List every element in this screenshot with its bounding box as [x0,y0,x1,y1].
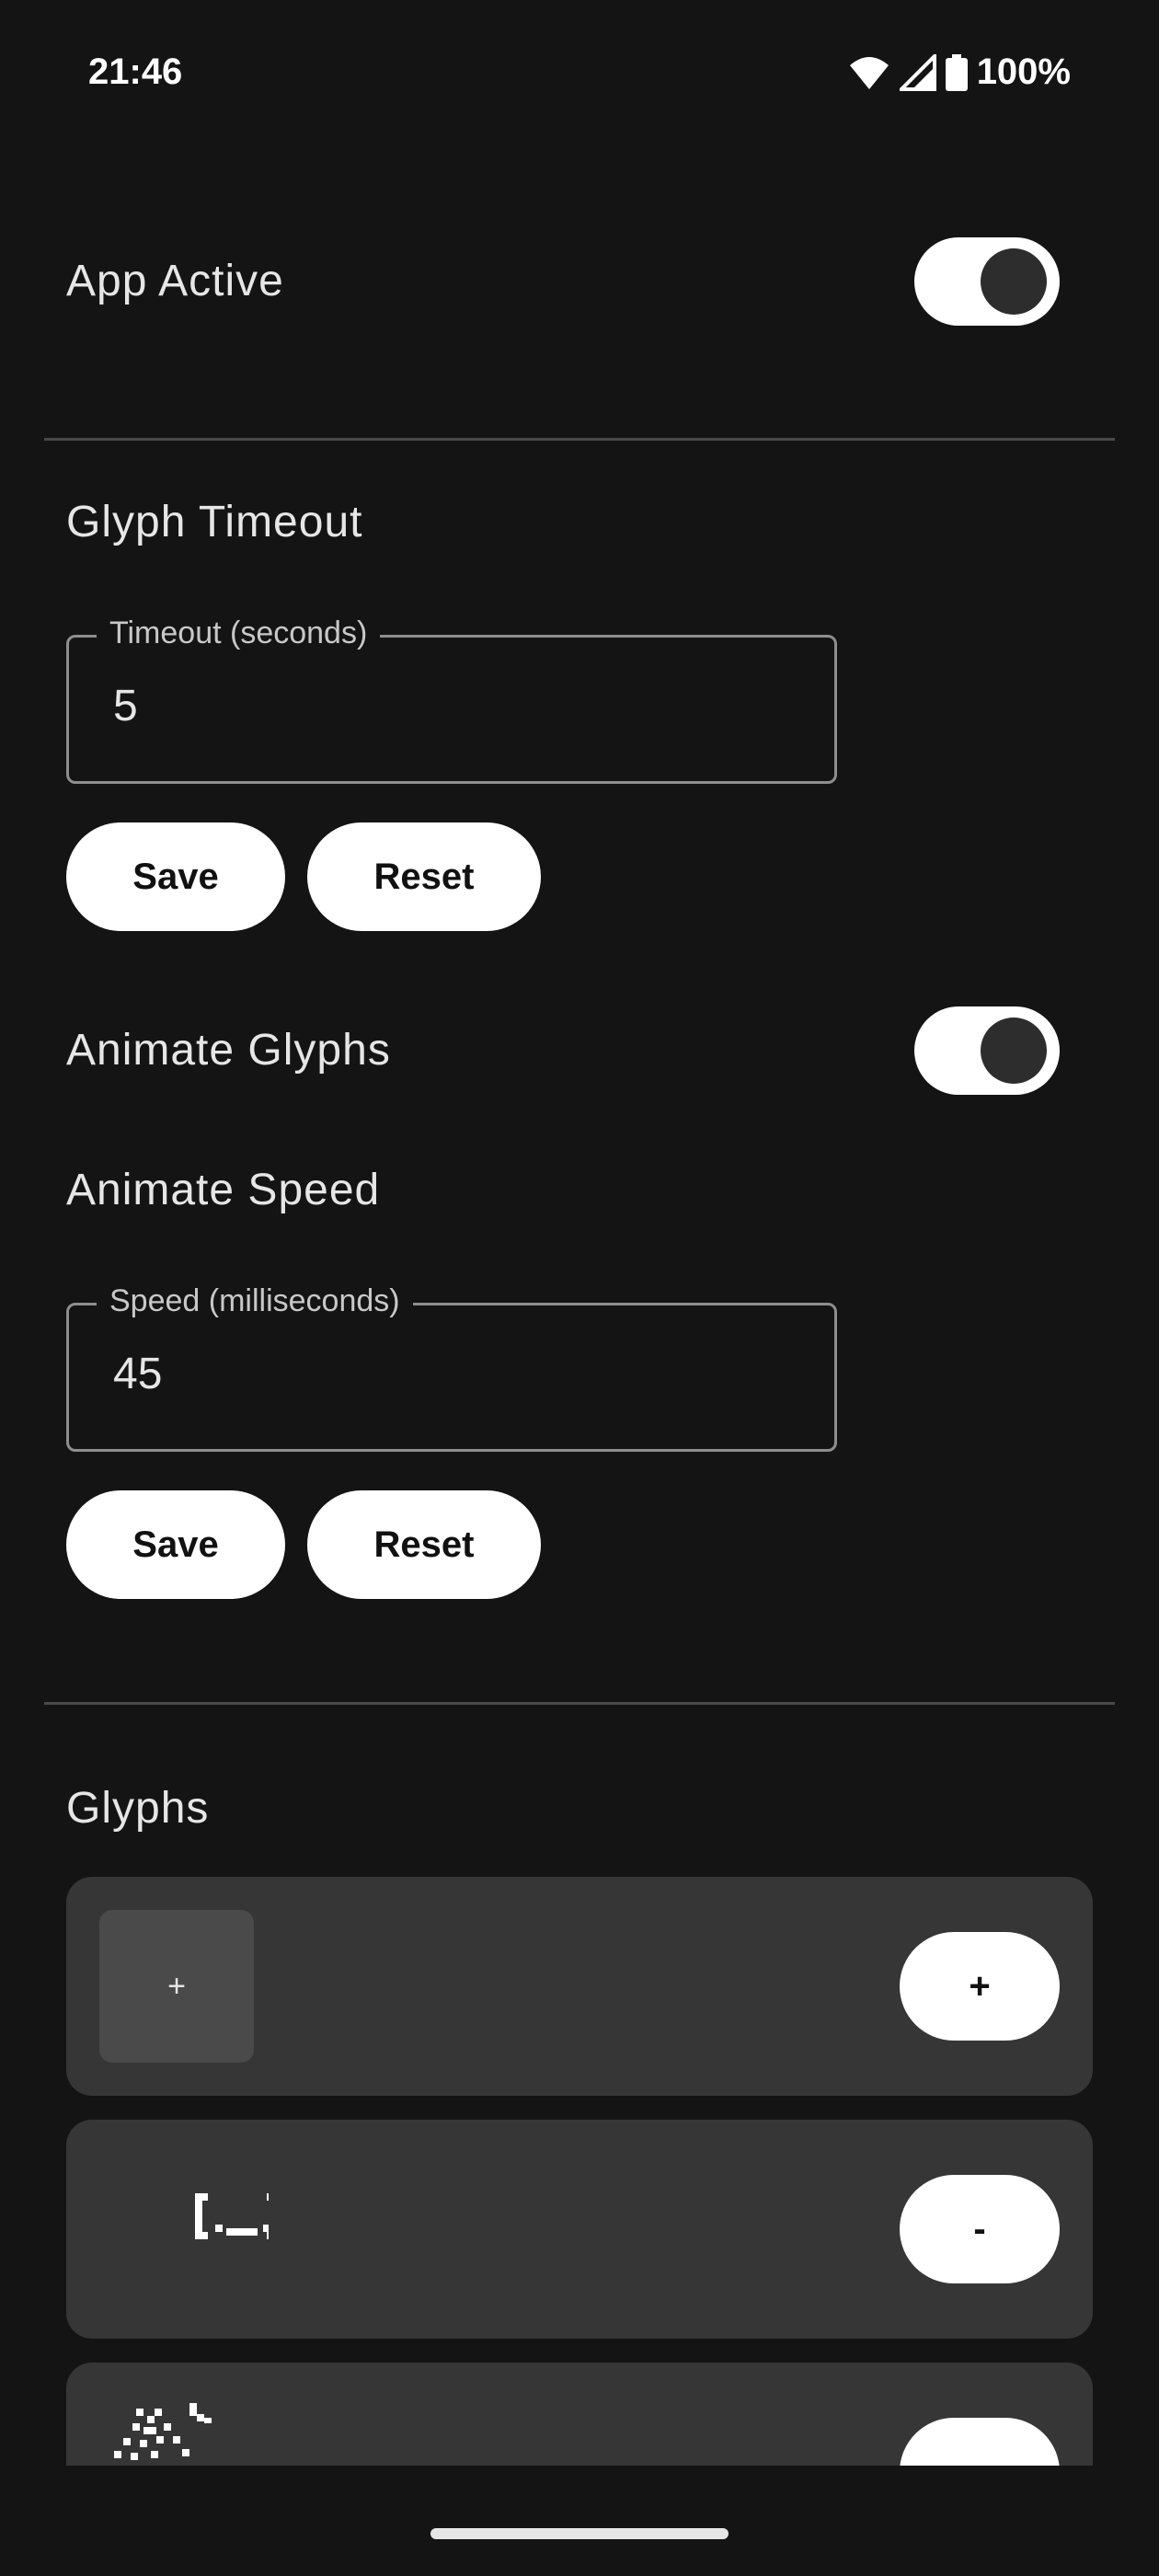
glyph-card: - [66,2120,1093,2339]
timeout-reset-button[interactable]: Reset [307,822,541,931]
glyphs-heading: Glyphs [66,1784,210,1833]
glyph-card: - [66,2363,1093,2466]
wifi-icon [849,56,889,89]
app-active-toggle[interactable] [914,237,1060,326]
add-glyph-button[interactable]: + [900,1932,1060,2041]
animate-speed-heading: Animate Speed [66,1166,381,1214]
navigation-handle[interactable] [430,2528,729,2539]
add-glyph-thumb[interactable]: + [99,1910,254,2063]
divider [44,438,1115,441]
toggle-knob [981,248,1047,315]
status-time: 21:46 [88,52,183,92]
status-icons: 100% [848,52,1071,93]
remove-glyph-button[interactable]: - [900,2175,1060,2283]
add-glyph-card: + + [66,1877,1093,2096]
timeout-input[interactable] [111,680,759,732]
divider [44,1702,1115,1705]
speed-save-button[interactable]: Save [66,1490,285,1599]
glyph-timeout-heading: Glyph Timeout [66,498,363,546]
sparkle-glyph-icon [114,2403,212,2460]
speed-field[interactable]: Speed (milliseconds) [66,1283,837,1452]
status-bar: 21:46 100% [0,0,1159,147]
speed-reset-button[interactable]: Reset [307,1490,541,1599]
remove-glyph-button[interactable]: - [900,2418,1060,2466]
toggle-knob [981,1018,1047,1084]
speed-input[interactable] [111,1348,759,1400]
animate-glyphs-label: Animate Glyphs [66,1026,391,1075]
speed-field-label: Speed (milliseconds) [97,1283,413,1319]
animate-glyphs-toggle[interactable] [914,1006,1060,1095]
timeout-field[interactable]: Timeout (seconds) [66,615,837,784]
battery-percent: 100% [976,52,1071,92]
battery-icon [945,53,968,91]
face-glyph-icon [195,2193,269,2239]
signal-icon [899,53,936,91]
app-active-label: App Active [66,257,284,305]
timeout-save-button[interactable]: Save [66,822,285,931]
scroll-content[interactable]: 21:46 100% App Active Glyph Timeout Time… [0,0,1159,2466]
timeout-field-label: Timeout (seconds) [97,615,381,651]
